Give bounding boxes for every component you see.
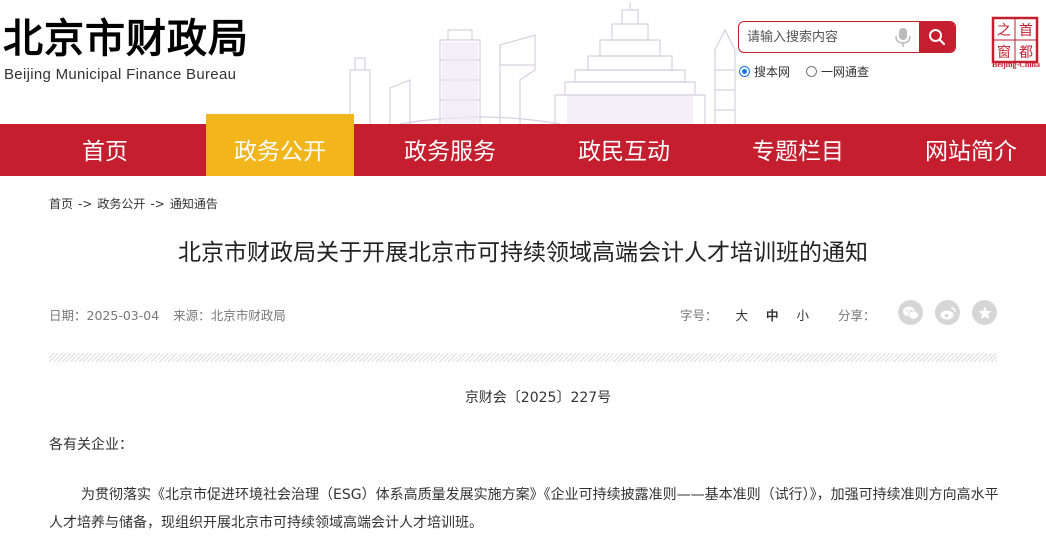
- scope-this-site-label: 搜本网: [754, 65, 791, 79]
- site-title[interactable]: 北京市财政局: [3, 14, 249, 64]
- article-meta: 日期：2025-03-04 来源：北京市财政局: [49, 305, 286, 324]
- wechat-icon[interactable]: [898, 300, 923, 325]
- body-paragraph: 为贯彻落实《北京市促进环境社会治理（ESG）体系高质量发展实施方案》《企业可持续…: [49, 487, 999, 531]
- nav-special-topics[interactable]: 专题栏目: [733, 124, 863, 176]
- nav-about-site[interactable]: 网站简介: [906, 124, 1036, 176]
- scope-one-net-label: 一网通查: [821, 65, 870, 79]
- font-size-small[interactable]: 小: [797, 308, 810, 323]
- breadcrumb: 首页 -> 政务公开 -> 通知通告: [49, 195, 218, 212]
- font-size-label: 字号：: [680, 308, 718, 323]
- site-header: 北京市财政局 Beijing Municipal Finance Bureau …: [0, 0, 1046, 124]
- breadcrumb-notices[interactable]: 通知通告: [170, 197, 218, 211]
- radio-one-net[interactable]: [806, 66, 818, 77]
- nav-home[interactable]: 首页: [40, 124, 170, 176]
- nav-government-services[interactable]: 政务服务: [385, 124, 515, 176]
- microphone-icon[interactable]: [893, 26, 913, 48]
- main-nav: 首页 政务公开 政务服务 政民互动 专题栏目 网站简介: [0, 114, 1046, 176]
- svg-text:都: 都: [1019, 45, 1033, 61]
- article-title: 北京市财政局关于开展北京市可持续领域高端会计人才培训班的通知: [178, 240, 868, 266]
- nav-government-affairs[interactable]: 政务公开: [206, 114, 354, 176]
- document-number: 京财会〔2025〕227号: [464, 390, 612, 406]
- font-size-medium[interactable]: 中: [766, 308, 779, 323]
- source-label: 来源：: [173, 308, 211, 323]
- font-size-large[interactable]: 大: [736, 308, 749, 323]
- date-label: 日期：: [49, 308, 87, 323]
- search-icon: [929, 29, 946, 46]
- section-divider: [49, 353, 997, 362]
- search-button[interactable]: [919, 22, 955, 52]
- scope-one-net[interactable]: 一网通查: [806, 63, 869, 80]
- favorite-star-icon[interactable]: [972, 300, 997, 325]
- share-label: 分享：: [838, 308, 876, 323]
- breadcrumb-separator: ->: [150, 197, 165, 211]
- logo-caption: Beijing-China: [991, 60, 1040, 69]
- svg-text:首: 首: [1019, 23, 1033, 39]
- search-box: [738, 21, 956, 53]
- weibo-icon[interactable]: [935, 300, 960, 325]
- site-subtitle: Beijing Municipal Finance Bureau: [4, 66, 237, 83]
- font-size-controls: 字号： 大 中 小: [680, 305, 809, 324]
- svg-text:窗: 窗: [997, 44, 1011, 61]
- breadcrumb-home[interactable]: 首页: [49, 197, 73, 211]
- radio-this-site[interactable]: [739, 66, 750, 77]
- city-skyline-illustration: [349, 2, 736, 124]
- salutation: 各有关企业：: [49, 437, 133, 453]
- svg-text:之: 之: [997, 23, 1011, 39]
- breadcrumb-separator: ->: [78, 197, 93, 211]
- article-source: 北京市财政局: [210, 308, 286, 323]
- scope-this-site[interactable]: 搜本网: [739, 63, 790, 80]
- breadcrumb-government-affairs[interactable]: 政务公开: [97, 197, 145, 211]
- nav-public-interaction[interactable]: 政民互动: [559, 124, 689, 176]
- publish-date: 2025-03-04: [86, 308, 160, 323]
- search-scope-options: 搜本网 一网通查: [739, 63, 885, 80]
